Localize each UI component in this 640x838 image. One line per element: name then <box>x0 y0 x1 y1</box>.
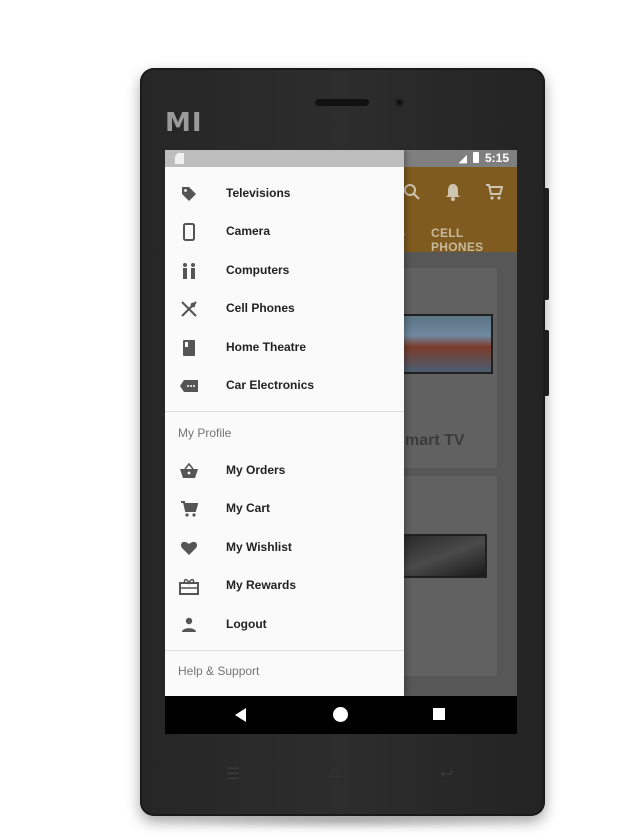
drawer-item-computers[interactable]: Computers <box>165 252 404 290</box>
cart-icon[interactable] <box>485 183 504 206</box>
basket-icon <box>178 461 200 481</box>
front-camera <box>395 98 404 107</box>
tab-cell-phones[interactable]: CELL PHONES <box>431 226 517 254</box>
drawer-item-label: My Cart <box>226 501 271 515</box>
drawer-status-bar <box>165 150 404 167</box>
utensils-icon <box>178 299 200 319</box>
navigation-drawer: Televisions Camera Computers Cell Phones <box>165 150 404 696</box>
drawer-item-logout[interactable]: Logout <box>165 606 404 644</box>
drawer-item-televisions[interactable]: Televisions <box>165 175 404 213</box>
drawer-item-label: Camera <box>226 224 271 238</box>
product-image-tv <box>401 314 493 374</box>
drawer-item-label: My Wishlist <box>226 540 292 554</box>
person-icon <box>178 615 200 635</box>
stage: MI ◢ 5:15 S CELL PHONES mart T <box>0 0 640 838</box>
back-key-icon: ↩ <box>440 766 454 783</box>
people-icon <box>178 261 200 281</box>
brand-logo: MI <box>165 108 203 138</box>
ticket-icon <box>178 376 200 396</box>
drawer-item-home-theatre[interactable]: Home Theatre <box>165 329 404 367</box>
volume-button <box>543 188 549 300</box>
recents-icon[interactable] <box>433 708 445 720</box>
menu-key-icon: ☰ <box>226 766 241 783</box>
drawer-item-car-electronics[interactable]: Car Electronics <box>165 367 404 405</box>
phone-device-icon <box>178 222 200 242</box>
signal-icon: ◢ <box>458 153 467 165</box>
drawer-item-label: Cell Phones <box>226 301 295 315</box>
search-icon[interactable] <box>403 183 421 206</box>
home-key-icon: ⌂ <box>330 764 340 781</box>
book-icon <box>178 338 200 358</box>
section-heading-help[interactable]: Help & Support <box>178 664 259 678</box>
drawer-item-my-rewards[interactable]: My Rewards <box>165 567 404 605</box>
product-image-tv <box>401 534 487 578</box>
section-heading-profile: My Profile <box>178 426 232 440</box>
bell-icon[interactable] <box>445 183 461 206</box>
drawer-item-label: Car Electronics <box>226 378 315 392</box>
drawer-item-label: Computers <box>226 263 290 277</box>
earpiece-speaker <box>315 99 369 106</box>
drawer-item-label: My Orders <box>226 463 286 477</box>
battery-icon <box>473 152 479 163</box>
phone-screen: ◢ 5:15 S CELL PHONES mart TV <box>165 150 517 734</box>
drawer-item-my-wishlist[interactable]: My Wishlist <box>165 529 404 567</box>
drawer-item-cell-phones[interactable]: Cell Phones <box>165 290 404 328</box>
sd-card-icon <box>175 153 184 164</box>
drawer-item-camera[interactable]: Camera <box>165 213 404 251</box>
home-icon[interactable] <box>333 707 348 722</box>
drawer-item-label: Home Theatre <box>226 340 307 354</box>
status-time: 5:15 <box>484 151 509 165</box>
drawer-item-my-orders[interactable]: My Orders <box>165 452 404 490</box>
drawer-item-my-cart[interactable]: My Cart <box>165 490 404 528</box>
drawer-divider <box>165 650 404 651</box>
drawer-item-label: My Rewards <box>226 578 297 592</box>
drawer-divider <box>165 411 404 412</box>
drawer-item-label: Televisions <box>226 186 291 200</box>
heart-icon <box>178 538 200 558</box>
gift-icon <box>178 576 200 596</box>
back-icon[interactable] <box>235 708 246 722</box>
drawer-item-label: Logout <box>226 617 267 631</box>
product-title: mart TV <box>405 432 465 449</box>
tag-icon <box>178 184 200 204</box>
power-button <box>543 330 549 396</box>
cart-icon <box>178 499 200 519</box>
android-nav-bar <box>165 696 517 734</box>
